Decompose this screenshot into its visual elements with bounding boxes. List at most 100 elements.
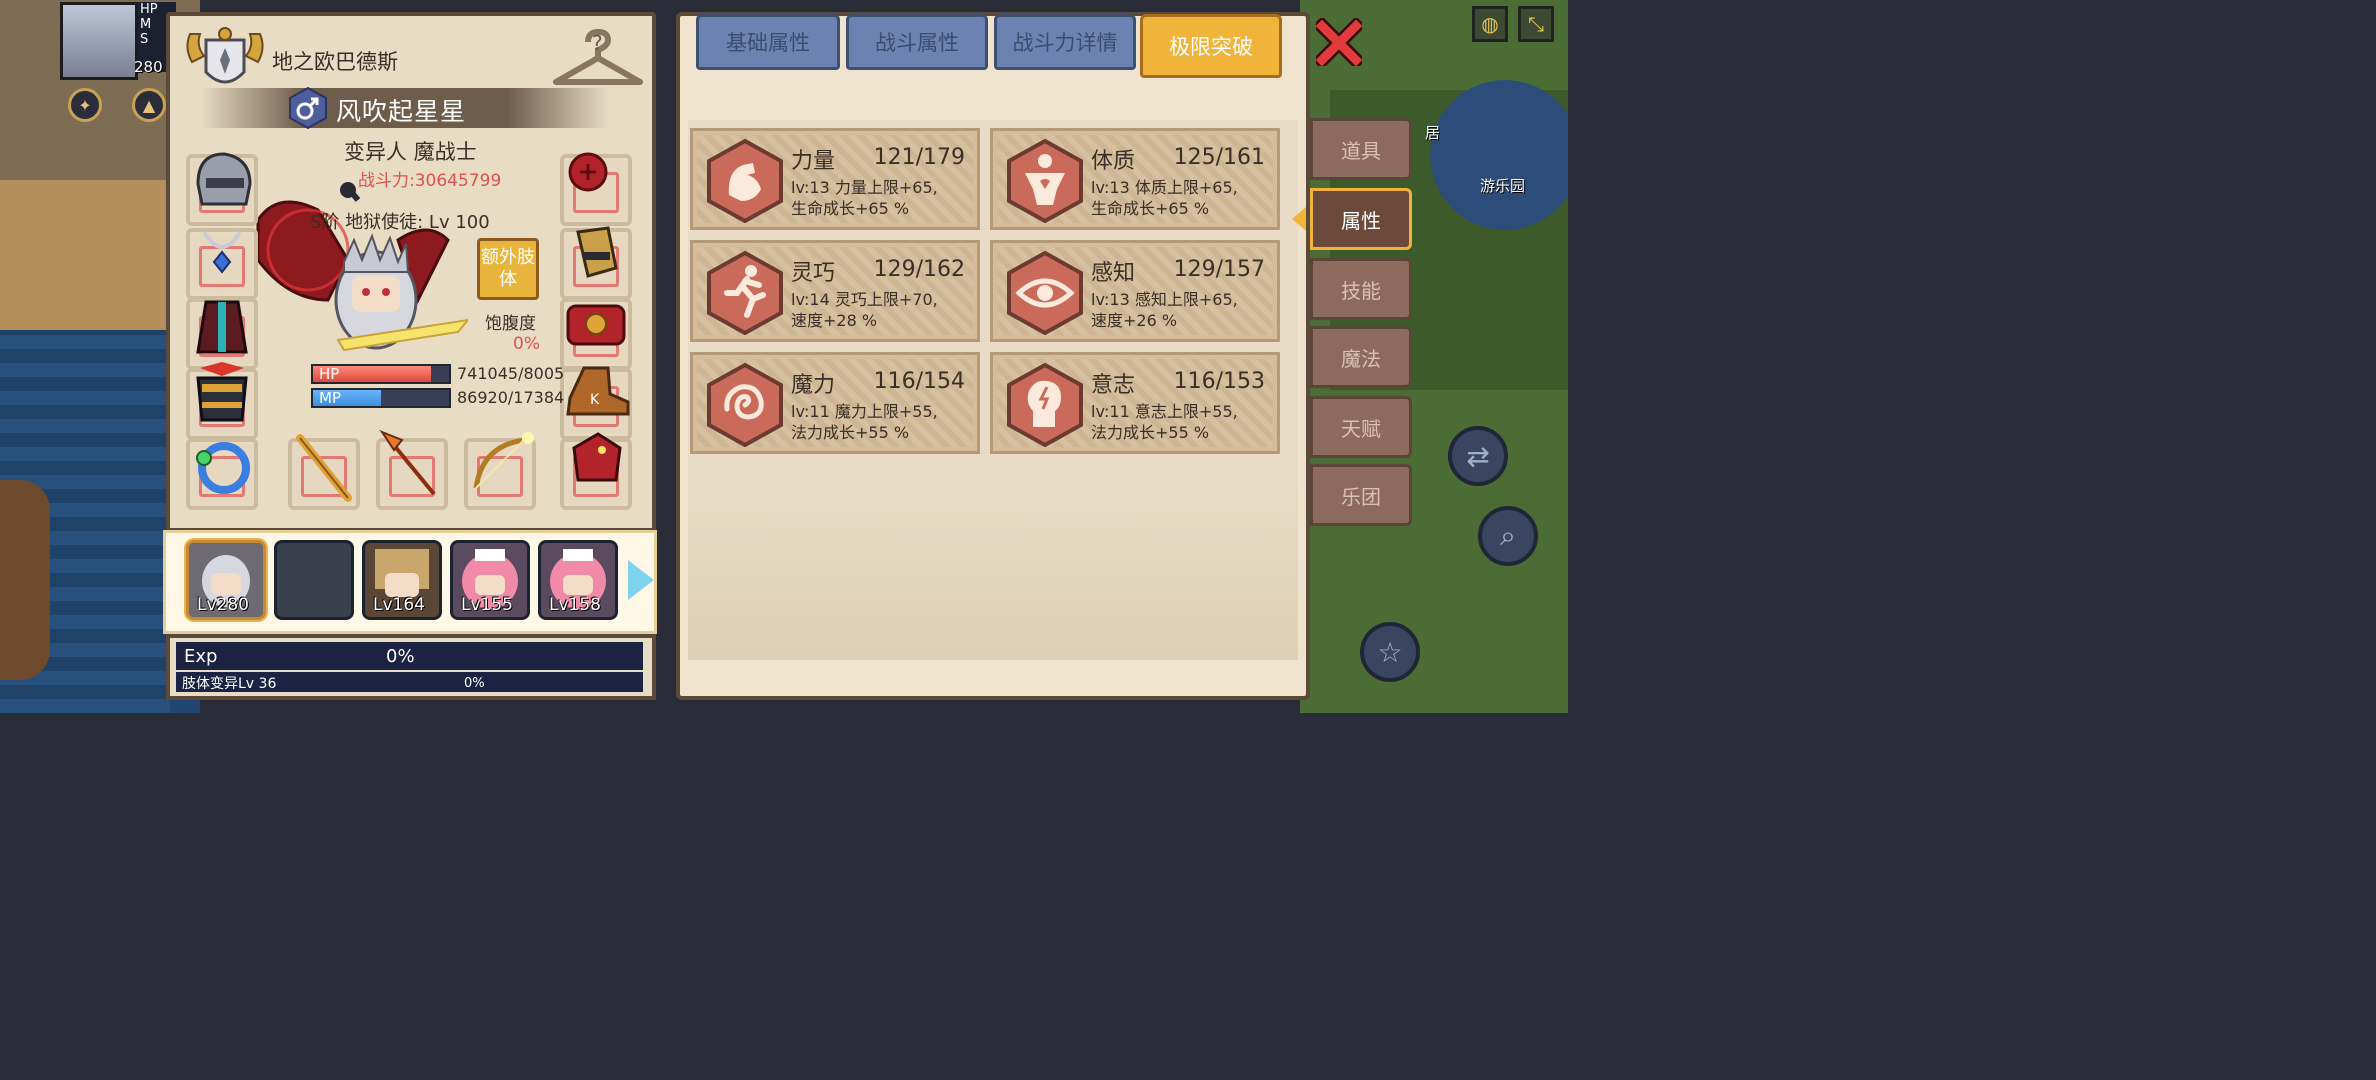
satiety-value: 0%	[513, 334, 540, 354]
attribute-card-constitution: 体质 125/161 lv:13 体质上限+65, 生命成长+65 %	[990, 128, 1280, 230]
limb-mutation-label: 肢体变异Lv 36	[182, 676, 277, 692]
attribute-desc: lv:11 意志上限+55, 法力成长+55 %	[1091, 401, 1238, 443]
male-gender-icon	[289, 87, 327, 129]
tab-basic-attributes[interactable]: 基础属性	[696, 14, 840, 70]
minimize-icon[interactable]: ⤡	[1518, 6, 1554, 42]
party-member-level: Lv280	[197, 595, 249, 615]
tab-power-details[interactable]: 战斗力详情	[994, 14, 1136, 70]
character-sprite	[256, 182, 468, 352]
party-member-level: Lv158	[549, 595, 601, 615]
agility-runner-icon	[707, 251, 783, 335]
staff-icon	[296, 434, 352, 502]
svg-text:K: K	[590, 392, 600, 408]
constitution-body-icon	[1007, 139, 1083, 223]
character-name: 风吹起星星	[336, 97, 467, 126]
attribute-card-perception: 感知 129/157 lv:13 感知上限+65, 速度+26 %	[990, 240, 1280, 342]
gauntlet-icon	[576, 226, 618, 278]
party-next-arrow-icon[interactable]	[628, 560, 654, 600]
attribute-value: 116/153	[1173, 369, 1265, 394]
necklace-icon	[202, 230, 242, 274]
wardrobe-hanger-icon[interactable]: ?	[552, 28, 644, 92]
map-label-park: 游乐园	[1480, 177, 1526, 195]
hp-bar-label: HP	[319, 365, 340, 383]
dragon-pet-icon	[572, 432, 622, 482]
attribute-desc-line: 速度+26 %	[1091, 311, 1178, 330]
side-tab-talent[interactable]: 天赋	[1310, 396, 1412, 458]
equip-slot-helmet[interactable]	[186, 152, 258, 226]
hud-level: 280	[134, 58, 163, 76]
side-tab-skills[interactable]: 技能	[1310, 258, 1412, 320]
close-icon[interactable]	[1316, 18, 1362, 66]
attribute-desc: lv:11 魔力上限+55, 法力成长+55 %	[791, 401, 938, 443]
hp-value: 741045/8005	[457, 364, 565, 383]
helmet-icon	[196, 152, 252, 206]
attribute-card-strength: 力量 121/179 lv:13 力量上限+65, 生命成长+65 %	[690, 128, 980, 230]
attribute-name: 魔力	[791, 373, 836, 398]
equip-slot-spear[interactable]	[376, 429, 448, 510]
search-icon[interactable]: ⌕	[1478, 506, 1538, 566]
character-class: 变异人 魔战士	[344, 140, 477, 164]
attribute-card-will: 意志 116/153 lv:11 意志上限+55, 法力成长+55 %	[990, 352, 1280, 454]
equip-slot-emblem[interactable]	[560, 152, 632, 226]
pond	[1430, 80, 1568, 230]
perception-eye-icon	[1007, 251, 1083, 335]
extra-limb-button[interactable]: 额外肢体	[477, 238, 539, 300]
buff-icon[interactable]: ✦	[68, 88, 102, 122]
party-member[interactable]: Lv155	[450, 540, 530, 620]
ship	[0, 480, 50, 680]
swap-icon[interactable]: ⇄	[1448, 426, 1508, 486]
attribute-desc: lv:13 体质上限+65, 生命成长+65 %	[1091, 177, 1238, 219]
will-head-icon	[1007, 363, 1083, 447]
attribute-card-agility: 灵巧 129/162 lv:14 灵巧上限+70, 速度+28 %	[690, 240, 980, 342]
attribute-value: 121/179	[873, 145, 965, 170]
side-tab-attributes[interactable]: 属性	[1310, 188, 1412, 250]
boots-icon: K	[566, 366, 630, 416]
equip-slot-ring[interactable]	[186, 438, 258, 510]
limb-mutation-value: 0%	[464, 676, 485, 691]
party-member-level: Lv155	[461, 595, 513, 615]
side-tab-band[interactable]: 乐团	[1310, 464, 1412, 526]
attribute-desc-line: 法力成长+55 %	[1091, 423, 1210, 442]
exp-value: 0%	[386, 646, 415, 667]
guild-name: 地之欧巴德斯	[272, 50, 398, 74]
attribute-desc: lv:13 感知上限+65, 速度+26 %	[1091, 289, 1238, 331]
attribute-value: 125/161	[1173, 145, 1265, 170]
attribute-value: 116/154	[873, 369, 965, 394]
attribute-desc-line: 生命成长+65 %	[1091, 199, 1210, 218]
party-member-empty[interactable]	[274, 540, 354, 620]
favorite-star-icon[interactable]: ☆	[1360, 622, 1420, 682]
globe-icon[interactable]: ◍	[1472, 6, 1508, 42]
ring-icon	[196, 442, 250, 494]
spear-icon	[379, 429, 436, 496]
player-portrait[interactable]	[60, 2, 138, 80]
party-member[interactable]: Lv158	[538, 540, 618, 620]
attribute-desc-line: lv:11 意志上限+55,	[1091, 402, 1238, 421]
belt-icon	[566, 304, 626, 346]
attribute-desc-line: lv:13 体质上限+65,	[1091, 178, 1238, 197]
tab-combat-attributes[interactable]: 战斗属性	[846, 14, 988, 70]
hp-bar: HP	[311, 364, 451, 384]
equip-slot-pet[interactable]	[560, 432, 632, 510]
magic-spiral-icon	[707, 363, 783, 447]
attribute-desc-line: lv:11 魔力上限+55,	[791, 402, 938, 421]
map-label-side: 居	[1425, 124, 1441, 142]
equip-slot-staff[interactable]	[288, 434, 360, 510]
equip-slot-bow[interactable]	[464, 432, 536, 510]
attribute-name: 灵巧	[791, 261, 836, 286]
panel-fade	[688, 480, 1298, 660]
buff-icon[interactable]: ▲	[132, 88, 166, 122]
satiety-label: 饱腹度	[485, 314, 536, 334]
mp-value: 86920/17384	[457, 388, 565, 407]
attribute-desc-line: 生命成长+65 %	[791, 199, 910, 218]
party-member[interactable]: Lv280	[186, 540, 266, 620]
mp-bar-label: MP	[319, 389, 341, 407]
side-tab-items[interactable]: 道具	[1310, 118, 1412, 180]
side-tab-magic[interactable]: 魔法	[1310, 326, 1412, 388]
tab-limit-break[interactable]: 极限突破	[1140, 14, 1282, 78]
attribute-name: 力量	[791, 149, 836, 174]
attribute-desc: lv:14 灵巧上限+70, 速度+28 %	[791, 289, 938, 331]
guild-emblem-icon	[186, 27, 264, 84]
attribute-desc-line: lv:13 感知上限+65,	[1091, 290, 1238, 309]
strength-arm-icon	[707, 139, 783, 223]
party-member[interactable]: Lv164	[362, 540, 442, 620]
